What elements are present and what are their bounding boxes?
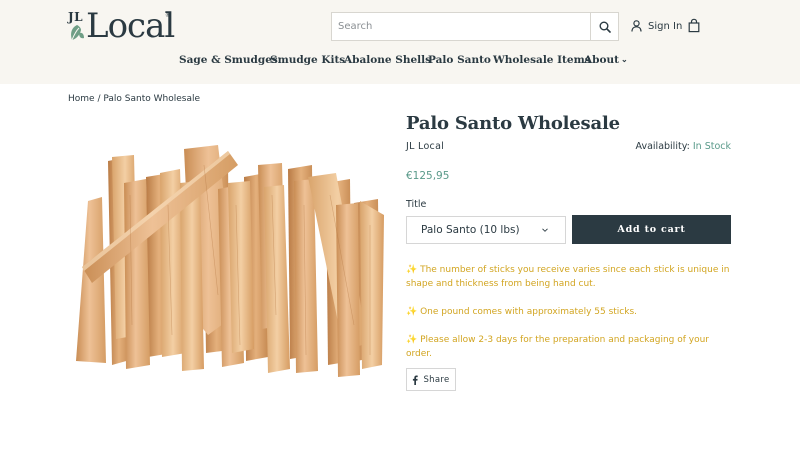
variant-selected-value: Palo Santo (10 lbs) [421, 224, 520, 236]
description-paragraph: ✨ The number of sticks you receive varie… [406, 265, 730, 289]
nav-item-about-label: About [584, 54, 619, 66]
stock-status: In Stock [692, 141, 731, 152]
breadcrumb: Home / Palo Santo Wholesale [68, 94, 200, 104]
logo-wordmark: Local [86, 6, 175, 46]
availability-label: Availability: [635, 141, 690, 152]
nav-item-about[interactable]: About ⌄ [584, 54, 628, 66]
product-price: €125,95 [406, 170, 450, 182]
product-vendor[interactable]: JL Local [406, 141, 444, 152]
search-bar [331, 12, 619, 41]
user-icon [631, 20, 642, 32]
nav-item-palo-santo[interactable]: Palo Santo [428, 54, 491, 66]
breadcrumb-current: Palo Santo Wholesale [103, 94, 200, 104]
sign-in-label: Sign In [648, 20, 683, 32]
sign-in-link[interactable]: Sign In [631, 18, 682, 34]
chevron-down-icon [542, 228, 548, 232]
chevron-down-icon: ⌄ [620, 54, 628, 64]
site-header: JL Local ® Sign In Sage & Smudges Smudge [0, 0, 800, 84]
description-paragraph: ✨ One pound comes with approximately 55 … [406, 307, 637, 317]
product-image[interactable] [68, 125, 394, 391]
variant-label: Title [406, 199, 427, 210]
breadcrumb-home[interactable]: Home [68, 94, 95, 104]
logo-registered-mark: ® [165, 12, 171, 19]
share-button[interactable]: Share [406, 368, 456, 391]
main-nav: Sage & Smudges Smudge Kits Abalone Shell… [0, 54, 800, 70]
availability: Availability: In Stock [636, 141, 731, 152]
nav-item-smudge-kits[interactable]: Smudge Kits [270, 54, 345, 66]
search-button[interactable] [590, 13, 618, 40]
nav-item-abalone-shells[interactable]: Abalone Shells [344, 54, 431, 66]
variant-select[interactable]: Palo Santo (10 lbs) [406, 216, 566, 244]
logo-prefix: JL [68, 10, 84, 24]
share-label: Share [423, 374, 450, 385]
search-input[interactable] [332, 13, 591, 40]
nav-item-wholesale-items[interactable]: Wholesale Items [493, 54, 591, 66]
breadcrumb-separator: / [97, 94, 101, 104]
facebook-icon [413, 375, 419, 385]
description-paragraph: ✨ Please allow 2-3 days for the preparat… [406, 335, 710, 359]
site-logo[interactable]: JL Local ® [68, 7, 175, 45]
nav-item-sage-smudges[interactable]: Sage & Smudges [179, 54, 278, 66]
search-icon [599, 21, 611, 33]
shopping-bag-icon[interactable] [687, 18, 701, 34]
product-title: Palo Santo Wholesale [406, 113, 620, 134]
add-to-cart-button[interactable]: Add to cart [572, 215, 731, 244]
leaf-icon [71, 25, 84, 41]
